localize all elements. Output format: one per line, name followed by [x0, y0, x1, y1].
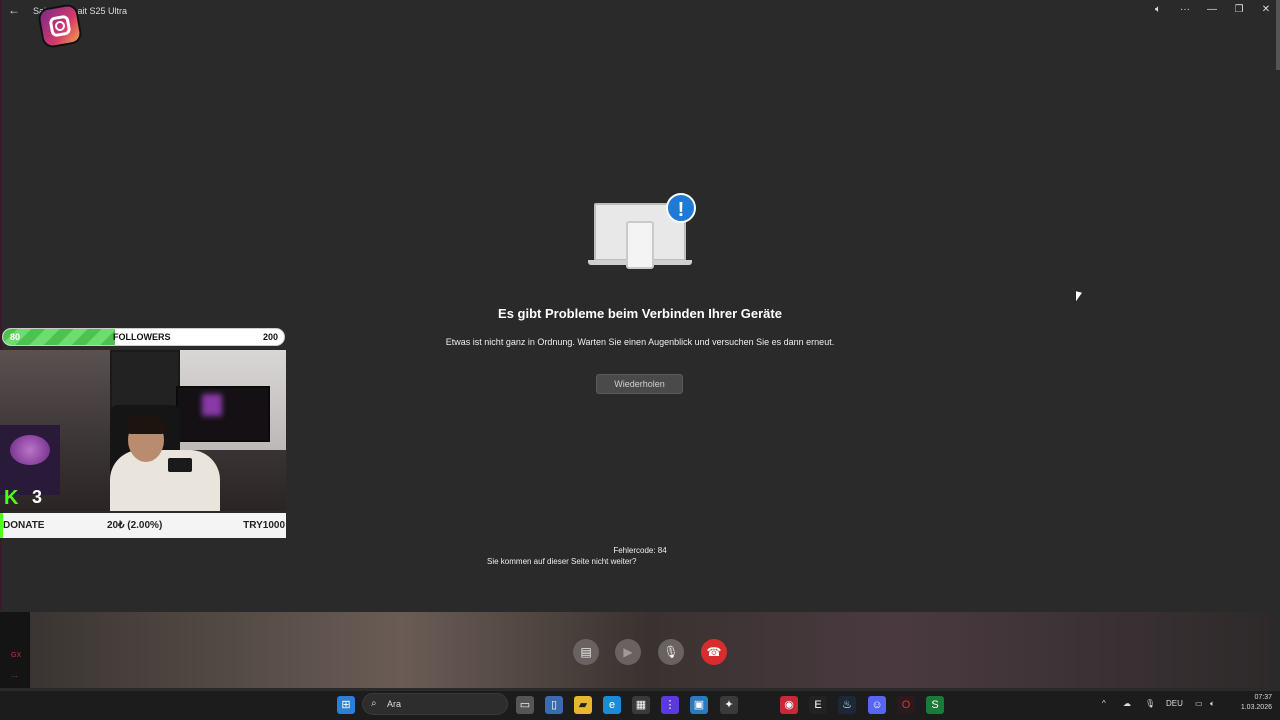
alert-badge-icon: ! — [666, 193, 696, 223]
steam-icon[interactable]: ♨ — [838, 696, 856, 714]
network-icon[interactable]: ▭ — [1195, 699, 1203, 708]
screen-share-icon[interactable]: ▤ — [573, 639, 599, 665]
instagram-icon — [39, 5, 81, 47]
edge-icon[interactable]: e — [603, 696, 621, 714]
app-green-icon[interactable]: S — [926, 696, 944, 714]
retry-button[interactable]: Wiederholen — [596, 374, 683, 394]
help-line: Sie kommen auf dieser Seite nicht weiter… — [487, 557, 636, 566]
followers-current: 80 — [10, 332, 21, 342]
kick-logo-icon: K — [4, 487, 19, 509]
phone-link-icon[interactable]: ▯ — [545, 696, 563, 714]
camera-off-icon[interactable]: ▶ — [615, 639, 641, 665]
search-box[interactable]: ⌕ Ara — [362, 693, 508, 715]
follower-goal-bar: 80 FOLLOWERS 200 — [2, 328, 285, 346]
language-indicator[interactable]: DEU — [1166, 699, 1183, 708]
store-icon[interactable]: ▦ — [632, 696, 650, 714]
side-panel: GX ... — [0, 612, 30, 688]
search-icon: ⌕ — [371, 698, 377, 709]
volume-icon[interactable]: 🔈︎ — [1210, 699, 1215, 709]
speaker-icon[interactable]: 🔈︎ — [1150, 4, 1166, 15]
call-controls-bar — [30, 612, 1270, 688]
mouse-cursor-icon — [1076, 291, 1082, 303]
tray-mic-icon[interactable]: 🎙︎ — [1145, 699, 1155, 708]
app-icon[interactable]: ▣ — [690, 696, 708, 714]
more-icon[interactable]: ··· — [1177, 4, 1193, 15]
microphone-icon[interactable]: 🎙︎ — [658, 639, 684, 665]
close-icon[interactable]: ✕ — [1258, 4, 1274, 15]
tray-chevron-icon[interactable]: ^ — [1102, 699, 1106, 708]
error-code: Fehlercode: 84 — [613, 546, 667, 555]
title-bar: ← Said ... iye ait S25 Ultra 🔈︎ ··· — ❐ … — [0, 0, 1280, 22]
gx-label: GX — [11, 652, 22, 659]
restore-icon[interactable]: ❐ — [1231, 4, 1247, 15]
followers-label: FOLLOWERS — [113, 332, 171, 342]
webcam-feed — [0, 350, 286, 511]
scrollbar[interactable] — [1276, 0, 1280, 70]
app-red-icon[interactable]: ◉ — [780, 696, 798, 714]
help-text: Sie kommen auf dieser Seite nicht weiter… — [487, 557, 637, 566]
file-explorer-icon[interactable]: ▰ — [574, 696, 592, 714]
error-title: Es gibt Probleme beim Verbinden Ihrer Ge… — [498, 306, 782, 321]
search-placeholder: Ara — [387, 699, 402, 709]
followers-goal: 200 — [262, 332, 278, 342]
apps-grid-icon[interactable]: ⋮ — [661, 696, 679, 714]
chatgpt-icon[interactable]: ✦ — [720, 696, 738, 714]
clock-date: 1.03.2026 — [1240, 704, 1272, 711]
connection-error-illustration: ! — [586, 193, 696, 271]
donate-label: DONATE — [3, 520, 45, 531]
opera-gx-icon[interactable]: O — [897, 696, 915, 714]
minimize-icon[interactable]: — — [1204, 4, 1220, 15]
more-dots[interactable]: ... — [11, 670, 18, 679]
phone-icon — [626, 221, 654, 269]
end-call-icon[interactable]: ☎︎ — [701, 639, 727, 665]
onedrive-icon[interactable]: ☁ — [1123, 699, 1131, 708]
donate-code: TRY1000 — [243, 520, 285, 531]
donate-amount: 20₺ (2.00%) — [107, 520, 163, 531]
kick-count: 3 — [32, 487, 43, 507]
discord-icon[interactable]: ☺ — [868, 696, 886, 714]
start-icon[interactable]: ⊞ — [337, 696, 355, 714]
donate-bar: DONATE 20₺ (2.00%) TRY1000 — [0, 513, 286, 538]
epic-games-icon[interactable]: E — [809, 696, 827, 714]
task-view-icon[interactable]: ▭ — [516, 696, 534, 714]
clock[interactable]: 07:37 1.03.2026 — [1226, 693, 1272, 713]
clock-time: 07:37 — [1254, 694, 1272, 701]
back-arrow-icon[interactable]: ← — [8, 3, 20, 17]
